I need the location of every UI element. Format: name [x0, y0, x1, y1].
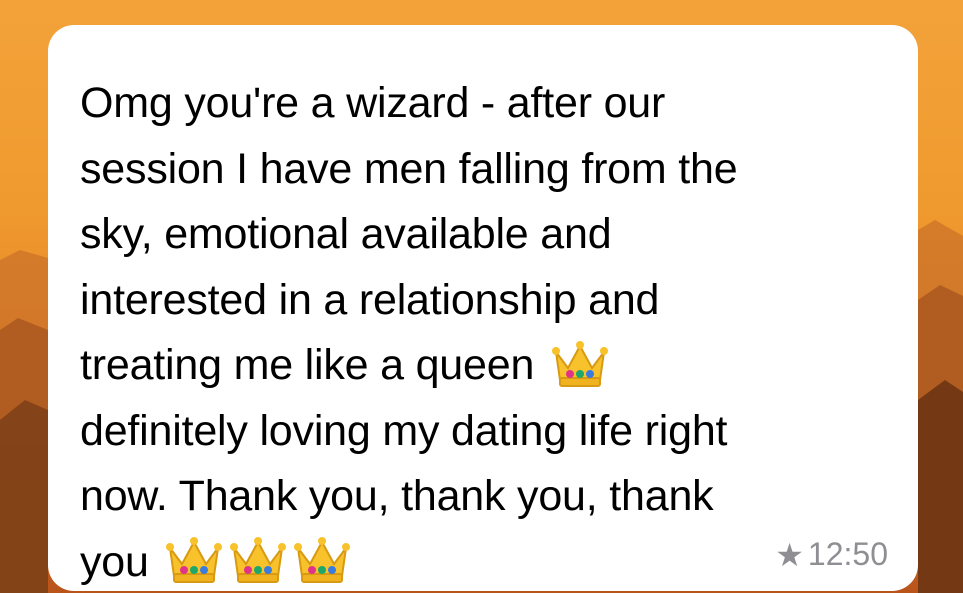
- crown-icon: [164, 534, 224, 586]
- message-line-4: interested in a relationship and: [80, 275, 660, 324]
- message-text: Omg you're a wizard - after our session …: [80, 71, 880, 593]
- crown-icon: [228, 534, 288, 586]
- crown-icon: [550, 338, 610, 390]
- star-icon: ★: [775, 536, 804, 573]
- message-bubble[interactable]: Omg you're a wizard - after our session …: [48, 25, 918, 591]
- message-line-1: Omg you're a wizard - after our: [80, 79, 666, 127]
- message-line-7: now. Thank you, thank you, thank: [80, 472, 714, 520]
- message-meta: ★ 12:50: [775, 536, 888, 573]
- crown-icon: [292, 534, 352, 586]
- message-line-3: sky, emotional available and: [80, 210, 612, 258]
- message-line-2: session I have men falling from the: [80, 144, 738, 193]
- message-line-8: you: [80, 537, 149, 586]
- message-time: 12:50: [807, 536, 888, 572]
- message-line-6: definitely loving my dating life right: [80, 406, 728, 455]
- message-line-5: treating me like a queen: [80, 341, 535, 389]
